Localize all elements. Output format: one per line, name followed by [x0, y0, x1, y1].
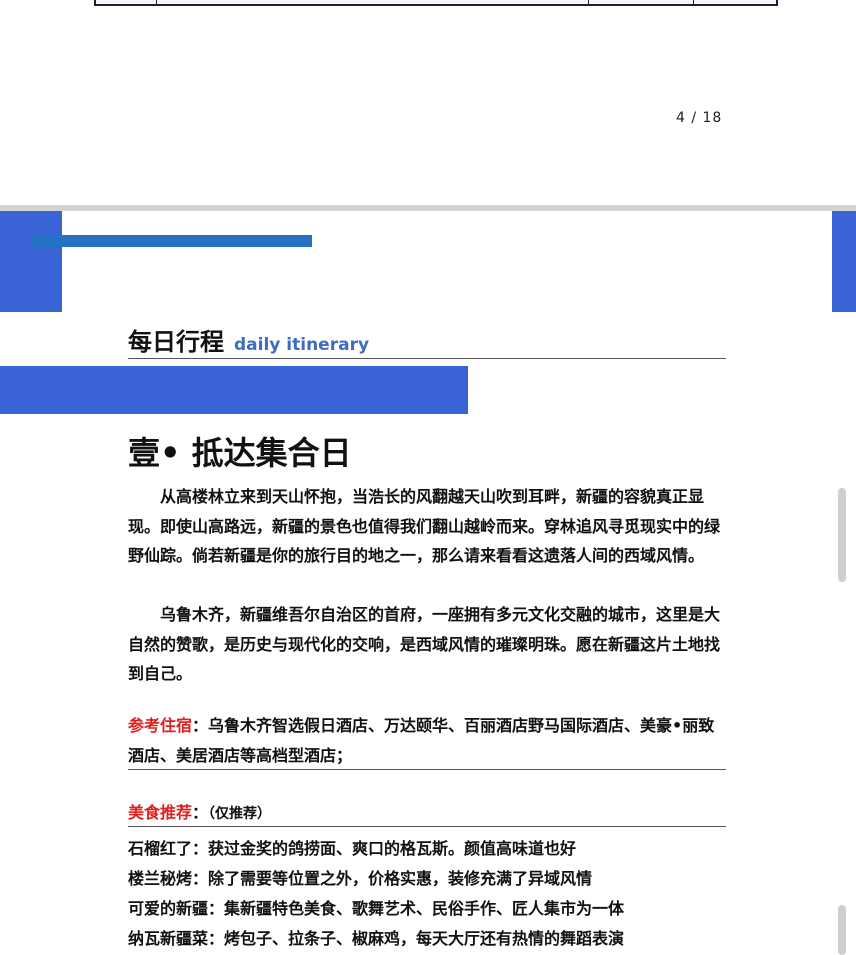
day-title: 壹• 抵达集合日 — [128, 434, 352, 472]
section-title-zh: 每日行程 — [128, 328, 224, 356]
previous-page-table-edge — [94, 0, 778, 6]
food-label: 美食推荐 — [128, 803, 193, 822]
food-list: 石榴红了：获过金奖的鸽捞面、爽口的格瓦斯。颜值高味道也好 楼兰秘烤：除了需要等位… — [128, 834, 728, 954]
decor-block-right — [832, 211, 856, 312]
section-title: 每日行程 daily itinerary — [128, 322, 726, 359]
table-column-divider — [156, 0, 157, 4]
list-item: 楼兰秘烤：除了需要等位置之外，价格实惠，装修充满了异域风情 — [128, 869, 593, 888]
hotel-text: ：乌鲁木齐智选假日酒店、万达颐华、百丽酒店野马国际酒店、美豪•丽致酒店、美居酒店… — [128, 716, 715, 765]
decor-band — [0, 366, 468, 414]
scrollbar-thumb[interactable] — [838, 905, 846, 955]
decor-bar — [32, 235, 312, 247]
list-item: 石榴红了：获过金奖的鸽捞面、爽口的格瓦斯。颜值高味道也好 — [128, 839, 577, 858]
list-item: 可爱的新疆：集新疆特色美食、歌舞艺术、民俗手作、匠人集市为一体 — [128, 899, 625, 918]
city-paragraph: 乌鲁木齐，新疆维吾尔自治区的首府，一座拥有多元文化交融的城市，这里是大自然的赞歌… — [128, 605, 721, 683]
scrollbar-thumb[interactable] — [838, 488, 846, 582]
table-column-divider — [588, 0, 589, 4]
food-note: （仅推荐） — [208, 806, 272, 822]
list-item: 纳瓦新疆菜：烤包子、拉条子、椒麻鸡，每天大厅还有热情的舞蹈表演 — [128, 929, 625, 948]
table-column-divider — [693, 0, 694, 4]
food-colon: ： — [192, 803, 209, 822]
intro-paragraph: 从高楼林立来到天山怀抱，当浩长的风翻越天山吹到耳畔，新疆的容貌真正显现。即使山高… — [128, 487, 721, 565]
page-number: 4 / 18 — [676, 110, 723, 126]
hotel-info: 参考住宿：乌鲁木齐智选假日酒店、万达颐华、百丽酒店野马国际酒店、美豪•丽致酒店、… — [128, 711, 726, 770]
section-title-en: daily itinerary — [234, 335, 370, 355]
page-separator — [0, 205, 856, 211]
food-header: 美食推荐：（仅推荐） — [128, 798, 726, 827]
decor-block-left — [0, 211, 62, 312]
hotel-label: 参考住宿 — [128, 716, 193, 735]
